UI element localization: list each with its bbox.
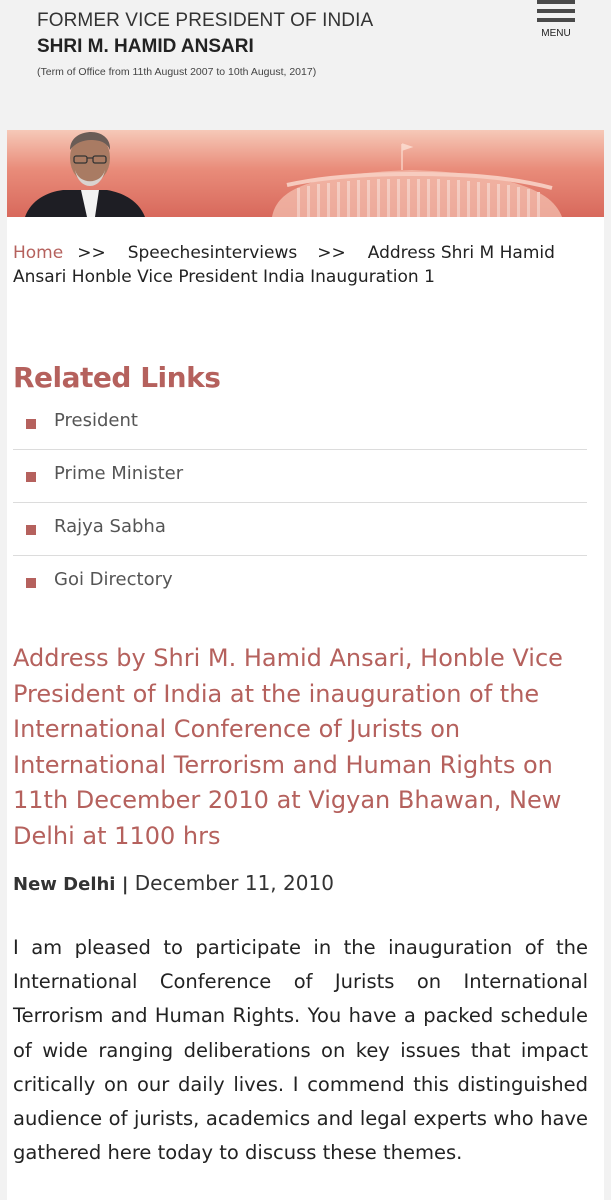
related-link-goi-directory[interactable]: Goi Directory — [13, 556, 587, 609]
header-banner — [7, 130, 604, 217]
dateline-place: New Delhi — [13, 874, 116, 895]
dateline-divider: | — [121, 874, 129, 895]
menu-button[interactable]: MENU — [532, 0, 580, 44]
related-link-prime-minister[interactable]: Prime Minister — [13, 450, 587, 503]
breadcrumb-separator: >> — [77, 243, 106, 263]
related-links-list: President Prime Minister Rajya Sabha Goi… — [13, 397, 587, 609]
speech-body: I am pleased to participate in the inaug… — [13, 936, 588, 1165]
menu-label: MENU — [541, 28, 571, 39]
square-bullet-icon — [26, 578, 36, 588]
site-name: SHRI M. HAMID ANSARI — [37, 36, 254, 57]
portrait-image — [25, 132, 145, 217]
related-link-president[interactable]: President — [13, 397, 587, 450]
site-header: FORMER VICE PRESIDENT OF INDIA SHRI M. H… — [0, 0, 611, 128]
related-link-label: Goi Directory — [54, 569, 173, 590]
breadcrumb-separator: >> — [317, 243, 346, 263]
parliament-banner-image — [25, 132, 562, 217]
breadcrumb-home-link[interactable]: Home — [13, 243, 63, 263]
dateline-date: December 11, 2010 — [134, 871, 334, 895]
related-link-label: President — [54, 410, 138, 431]
main-content: Home >> Speechesinterviews >> Address Shri M… — [7, 217, 604, 1200]
related-link-rajya-sabha[interactable]: Rajya Sabha — [13, 503, 587, 556]
dateline: New Delhi | December 11, 2010 — [13, 871, 334, 895]
related-link-label: Rajya Sabha — [54, 516, 166, 537]
parliament-building — [272, 143, 562, 217]
speech-title: Address by Shri M. Hamid Ansari, Honble … — [13, 644, 563, 850]
related-link-label: Prime Minister — [54, 463, 184, 484]
site-title: FORMER VICE PRESIDENT OF INDIA — [37, 10, 374, 31]
term-of-office: (Term of Office from 11th August 2007 to… — [37, 66, 317, 78]
related-links-heading: Related Links — [13, 361, 221, 394]
breadcrumb-section-link[interactable]: Speechesinterviews — [128, 243, 298, 263]
square-bullet-icon — [26, 525, 36, 535]
breadcrumb: Home >> Speechesinterviews >> Address Shri M… — [13, 241, 593, 289]
square-bullet-icon — [26, 419, 36, 429]
square-bullet-icon — [26, 472, 36, 482]
hamburger-icon — [537, 0, 575, 22]
